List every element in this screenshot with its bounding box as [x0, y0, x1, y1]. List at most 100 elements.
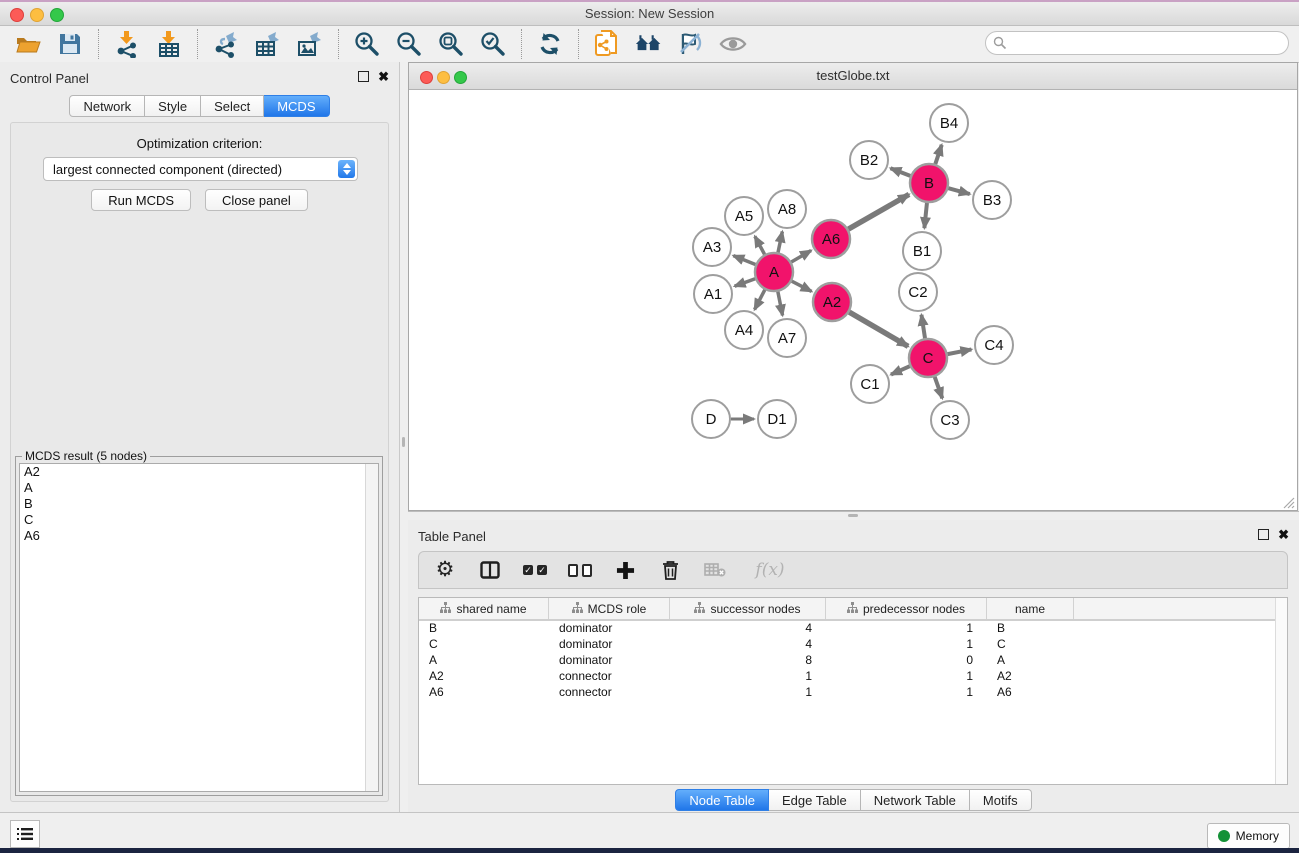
select-all-checkboxes-icon[interactable]: ✓✓ [523, 558, 547, 582]
edge-B-B4[interactable] [935, 145, 941, 164]
table-scrollbar[interactable] [1275, 598, 1287, 784]
column-header-successor-nodes[interactable]: successor nodes [670, 598, 826, 619]
mcds-list-scrollbar[interactable] [365, 464, 378, 791]
table-cell[interactable]: A6 [419, 685, 549, 701]
table-cell[interactable]: 8 [670, 653, 826, 669]
delete-column-icon[interactable] [658, 558, 682, 582]
float-panel-icon[interactable] [358, 71, 369, 82]
close-panel-button[interactable]: Close panel [205, 189, 308, 211]
network-window-titlebar[interactable]: testGlobe.txt [409, 63, 1297, 90]
edge-A6-B[interactable] [848, 194, 909, 229]
graph-node-A7[interactable]: A7 [768, 319, 806, 357]
table-cell[interactable]: connector [549, 685, 670, 701]
table-cell[interactable]: A [419, 653, 549, 669]
column-header-name[interactable]: name [987, 598, 1074, 619]
table-cell[interactable]: A2 [987, 669, 1074, 685]
search-input[interactable] [1007, 35, 1261, 51]
export-network-icon[interactable] [212, 30, 240, 58]
table-cell[interactable]: dominator [549, 637, 670, 653]
table-cell[interactable]: 1 [826, 669, 987, 685]
tab-network-table[interactable]: Network Table [861, 789, 970, 811]
mcds-result-item[interactable]: C [20, 512, 378, 528]
table-cell[interactable]: A6 [987, 685, 1074, 701]
graph-node-D[interactable]: D [692, 400, 730, 438]
table-cell[interactable]: dominator [549, 621, 670, 637]
show-columns-icon[interactable] [478, 558, 502, 582]
edge-A-A1[interactable] [735, 279, 756, 286]
graph-node-C4[interactable]: C4 [975, 326, 1013, 364]
zoom-out-icon[interactable] [395, 30, 423, 58]
graph-node-A4[interactable]: A4 [725, 311, 763, 349]
edge-C-C1[interactable] [891, 366, 910, 374]
export-table-icon[interactable] [254, 30, 282, 58]
table-cell[interactable]: 1 [670, 685, 826, 701]
delete-table-icon[interactable] [703, 558, 727, 582]
graph-node-B4[interactable]: B4 [930, 104, 968, 142]
show-eye-icon[interactable] [719, 30, 747, 58]
table-cell[interactable]: C [419, 637, 549, 653]
optimization-criterion-dropdown[interactable]: largest connected component (directed) [43, 157, 358, 181]
table-cell[interactable]: 1 [670, 669, 826, 685]
edge-A-A6[interactable] [791, 251, 811, 262]
column-header-MCDS-role[interactable]: MCDS role [549, 598, 670, 619]
tab-edge-table[interactable]: Edge Table [769, 789, 861, 811]
close-panel-icon[interactable]: ✖ [378, 71, 389, 82]
edge-B-B3[interactable] [948, 188, 969, 194]
graph-node-A8[interactable]: A8 [768, 190, 806, 228]
edge-B-B2[interactable] [890, 168, 910, 176]
graph-node-A2[interactable]: A2 [813, 283, 851, 321]
zoom-in-icon[interactable] [353, 30, 381, 58]
table-settings-icon[interactable]: ⚙ [433, 558, 457, 582]
first-neighbors-icon[interactable] [635, 30, 663, 58]
edge-A2-C[interactable] [849, 312, 908, 346]
edge-C-C4[interactable] [948, 349, 972, 354]
save-session-icon[interactable] [56, 30, 84, 58]
table-cell[interactable]: 4 [670, 637, 826, 653]
graph-node-B3[interactable]: B3 [973, 181, 1011, 219]
open-file-icon[interactable] [14, 30, 42, 58]
table-cell[interactable]: 4 [670, 621, 826, 637]
hide-flag-icon[interactable] [677, 30, 705, 58]
column-header-shared-name[interactable]: shared name [419, 598, 549, 619]
table-cell[interactable]: B [419, 621, 549, 637]
tab-network[interactable]: Network [69, 95, 145, 117]
table-cell[interactable]: 1 [826, 637, 987, 653]
network-from-clipboard-icon[interactable] [593, 30, 621, 58]
run-mcds-button[interactable]: Run MCDS [91, 189, 191, 211]
graph-node-A3[interactable]: A3 [693, 228, 731, 266]
deselect-all-checkboxes-icon[interactable] [568, 558, 592, 582]
table-cell[interactable]: C [987, 637, 1074, 653]
function-builder-icon[interactable]: f(x) [748, 558, 792, 582]
tab-motifs[interactable]: Motifs [970, 789, 1032, 811]
table-cell[interactable]: B [987, 621, 1074, 637]
add-column-icon[interactable] [613, 558, 637, 582]
graph-node-C[interactable]: C [909, 339, 947, 377]
edge-A-A3[interactable] [733, 256, 755, 265]
tab-style[interactable]: Style [145, 95, 201, 117]
graph-node-B2[interactable]: B2 [850, 141, 888, 179]
edge-A-A4[interactable] [755, 290, 765, 310]
table-row[interactable]: Adominator80A [419, 653, 1287, 669]
mcds-result-list[interactable]: A2ABCA6 [19, 463, 379, 792]
table-cell[interactable]: 0 [826, 653, 987, 669]
mcds-result-item[interactable]: B [20, 496, 378, 512]
import-table-icon[interactable] [155, 30, 183, 58]
close-panel-icon[interactable]: ✖ [1278, 529, 1289, 540]
float-panel-icon[interactable] [1258, 529, 1269, 540]
graph-node-A6[interactable]: A6 [812, 220, 850, 258]
column-header-predecessor-nodes[interactable]: predecessor nodes [826, 598, 987, 619]
edge-A-A2[interactable] [792, 281, 812, 291]
table-row[interactable]: A6connector11A6 [419, 685, 1287, 701]
tab-select[interactable]: Select [201, 95, 264, 117]
title-bar[interactable]: Session: New Session [0, 2, 1299, 26]
table-cell[interactable]: 1 [826, 685, 987, 701]
global-search-field[interactable] [985, 31, 1289, 55]
edge-C-C2[interactable] [921, 315, 925, 338]
graph-node-A5[interactable]: A5 [725, 197, 763, 235]
edge-A-A5[interactable] [755, 236, 765, 254]
graph-node-C3[interactable]: C3 [931, 401, 969, 439]
table-cell[interactable]: dominator [549, 653, 670, 669]
graph-node-D1[interactable]: D1 [758, 400, 796, 438]
zoom-selected-icon[interactable] [479, 30, 507, 58]
graph-node-B[interactable]: B [910, 164, 948, 202]
